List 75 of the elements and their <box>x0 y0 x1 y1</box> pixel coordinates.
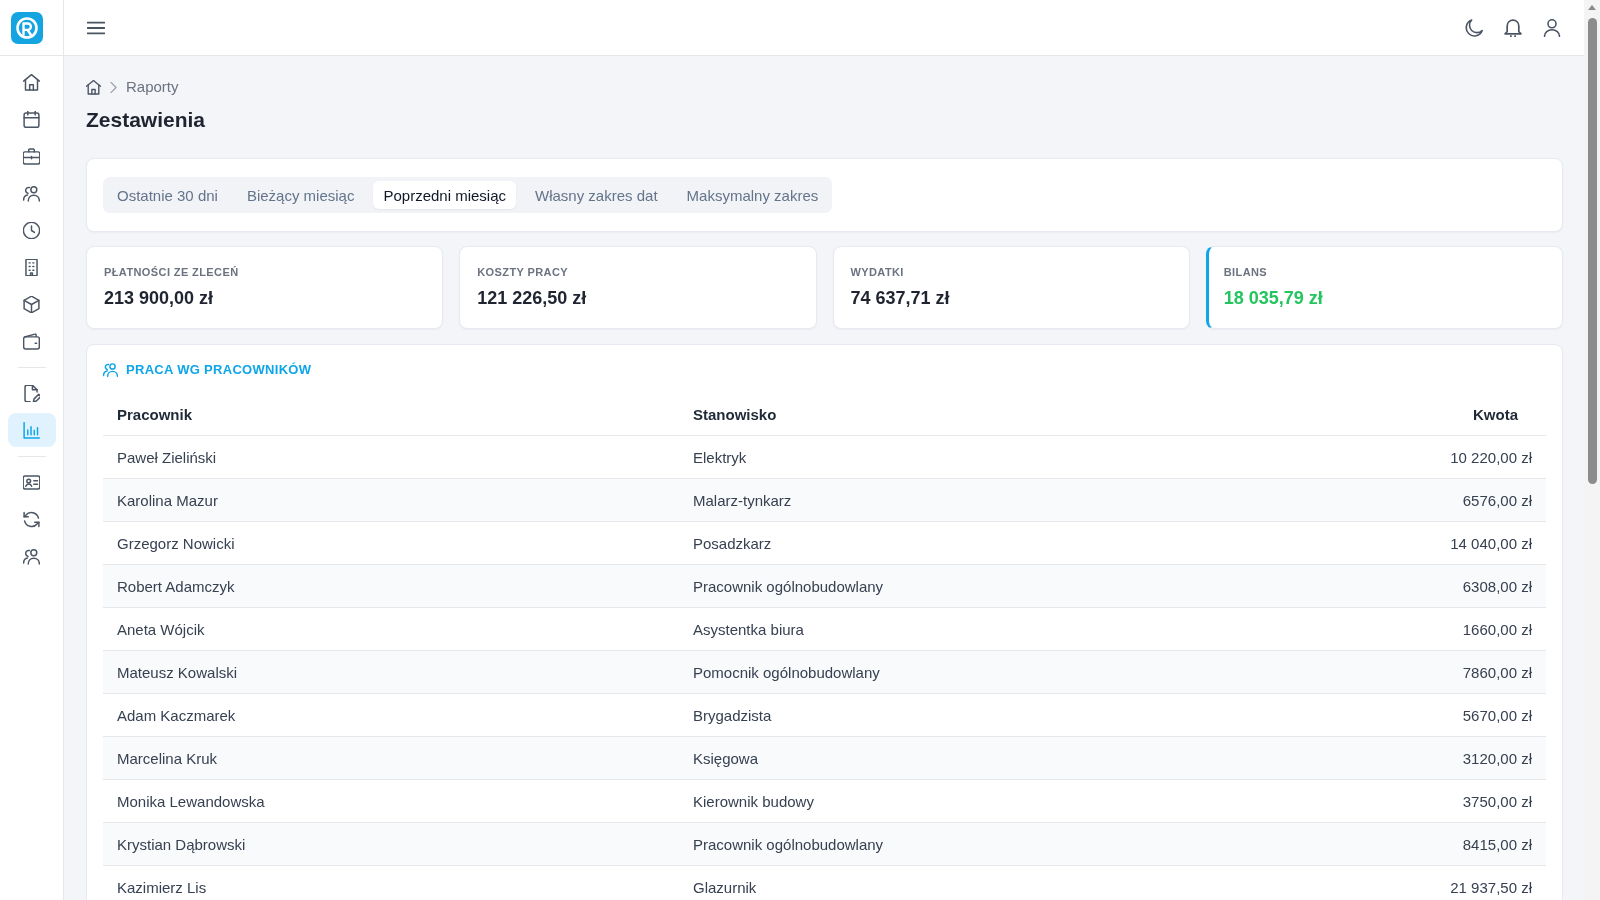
table-cell-text: Kierownik budowy <box>692 792 815 810</box>
table-cell-text: 6308,00 zł <box>1461 577 1533 595</box>
table-cell-text: Mateusz Kowalski <box>116 663 239 681</box>
scrollbar[interactable] <box>1584 0 1600 900</box>
table-cell-text: Marcelina Kruk <box>116 749 219 767</box>
table-cell-text: Robert Adamczyk <box>116 577 236 595</box>
table-cell-text: 10 220,00 zł <box>1449 448 1533 466</box>
scrollbar-thumb[interactable] <box>1587 18 1597 484</box>
bar-chart-icon <box>23 421 40 439</box>
period-tab[interactable]: Bieżący miesiąc <box>236 181 365 209</box>
table-cell-text: Asystentka biura <box>692 620 805 638</box>
table-cell-text: Monika Lewandowska <box>116 792 266 810</box>
period-tab[interactable]: Ostatnie 30 dni <box>107 181 228 209</box>
moon-icon[interactable] <box>1465 18 1483 37</box>
table-cell-text: 3750,00 zł <box>1461 792 1533 810</box>
users-icon <box>23 184 40 202</box>
breadcrumb-item: Raporty <box>126 77 179 97</box>
table-cell-text: Aneta Wójcik <box>116 620 206 638</box>
bell-icon[interactable] <box>1504 18 1522 37</box>
page-title: Zestawienia <box>86 107 207 133</box>
stat-value: 213 900,00 zł <box>104 287 215 310</box>
building-icon <box>23 258 40 276</box>
stat-label: KOSZTY PRACY <box>477 265 570 280</box>
chevron-right-icon <box>110 81 117 93</box>
home-icon[interactable] <box>86 79 101 95</box>
table-cell-text: 5670,00 zł <box>1461 706 1533 724</box>
table-cell-text: Adam Kaczmarek <box>116 706 237 724</box>
stat-value: 74 637,71 zł <box>850 287 951 310</box>
table-cell-text: Grzegorz Nowicki <box>116 534 236 552</box>
clock-icon <box>23 221 40 239</box>
table-cell-text: 1660,00 zł <box>1461 620 1533 638</box>
logo-icon[interactable] <box>11 12 43 44</box>
calendar-icon <box>23 110 40 128</box>
table-cell-text: Paweł Zieliński <box>116 448 218 466</box>
table-cell-text: Pracownik ogólnobudowlany <box>692 577 885 595</box>
table-cell-text: Krystian Dąbrowski <box>116 835 247 853</box>
table-cell-text: Malarz-tynkarz <box>692 491 793 509</box>
users-icon <box>103 363 118 377</box>
column-header[interactable]: Kwota <box>1286 406 1546 423</box>
table-cell-text: 7860,00 zł <box>1461 663 1533 681</box>
table-cell-text: Brygadzista <box>692 706 773 724</box>
period-tab[interactable]: Poprzedni miesiąc <box>373 181 516 209</box>
section-title: PRACA WG PRACOWNIKÓW <box>126 362 312 378</box>
document-pencil-icon <box>23 384 40 402</box>
id-card-icon <box>23 473 40 491</box>
wallet-icon <box>23 332 40 350</box>
refresh-icon <box>23 510 40 528</box>
table-cell-text: Karolina Mazur <box>116 491 219 509</box>
table-cell-text: Glazurnik <box>692 878 758 896</box>
table-cell-text: Księgowa <box>692 749 760 767</box>
table-cell-text: 14 040,00 zł <box>1449 534 1533 552</box>
table-cell-text: 6576,00 zł <box>1461 491 1533 509</box>
table-cell-text: Kazimierz Lis <box>116 878 208 896</box>
column-header[interactable]: Stanowisko <box>679 406 1286 423</box>
period-tab[interactable]: Własny zakres dat <box>525 181 668 209</box>
table-cell-text: 21 937,50 zł <box>1449 878 1533 896</box>
stat-label: PŁATNOŚCI ZE ZLECEŃ <box>104 265 240 280</box>
table-cell-text: Elektryk <box>692 448 748 466</box>
users-icon <box>23 547 40 565</box>
table-cell-text: Pracownik ogólnobudowlany <box>692 835 885 853</box>
stat-value: 121 226,50 zł <box>477 287 588 310</box>
period-tab[interactable]: Maksymalny zakres <box>676 181 829 209</box>
stat-value: 18 035,79 zł <box>1223 287 1324 310</box>
home-icon <box>23 73 40 91</box>
table-cell-text: 3120,00 zł <box>1461 749 1533 767</box>
stat-label: WYDATKI <box>850 265 905 280</box>
table-cell-text: 8415,00 zł <box>1461 835 1533 853</box>
column-header[interactable]: Pracownik <box>103 406 679 423</box>
table-cell-text: Posadzkarz <box>692 534 773 552</box>
user-icon[interactable] <box>1543 18 1561 37</box>
scroll-up-arrow-icon[interactable] <box>1588 5 1596 10</box>
stat-label: BILANS <box>1223 265 1269 280</box>
table-cell-text: Pomocnik ogólnobudowlany <box>692 663 881 681</box>
cube-icon <box>23 295 40 313</box>
briefcase-icon <box>23 147 40 165</box>
